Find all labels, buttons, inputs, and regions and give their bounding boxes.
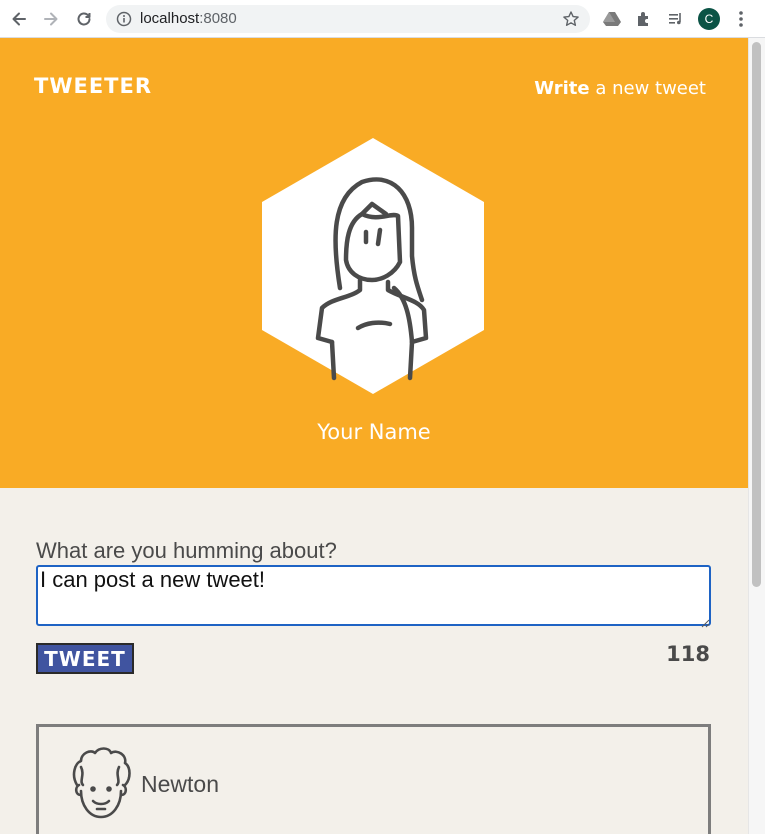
tweet-author-name: Newton (141, 771, 219, 797)
forward-arrow-icon[interactable] (41, 9, 61, 29)
profile-avatar[interactable]: C (698, 8, 720, 30)
extensions-puzzle-icon[interactable] (634, 9, 654, 29)
url-text: localhost:8080 (140, 10, 237, 27)
page-viewport: TWEETER Write a new tweet Your Name What… (0, 38, 748, 834)
newton-avatar-icon (69, 745, 133, 825)
tweet-card: Newton (36, 724, 711, 834)
drive-icon[interactable] (602, 9, 622, 29)
info-icon[interactable] (116, 11, 132, 27)
tweet-compose-textarea[interactable]: I can post a new tweet! (36, 565, 711, 626)
write-new-tweet-link[interactable]: Write a new tweet (534, 78, 706, 99)
menu-dots-icon[interactable] (735, 9, 747, 29)
media-queue-icon[interactable] (666, 9, 686, 29)
site-header: TWEETER Write a new tweet Your Name (0, 38, 748, 488)
browser-toolbar: localhost:8080 C (0, 0, 765, 38)
bookmark-star-icon[interactable] (562, 10, 580, 28)
profile-avatar-hexagon (262, 138, 484, 394)
tweet-submit-button[interactable]: TWEET (36, 643, 134, 674)
reload-icon[interactable] (74, 9, 94, 29)
brand-logo[interactable]: TWEETER (34, 74, 152, 98)
character-counter: 118 (666, 642, 710, 666)
write-link-rest: a new tweet (589, 78, 706, 99)
resize-grip-icon[interactable] (700, 615, 710, 628)
address-bar[interactable]: localhost:8080 (106, 5, 590, 33)
back-arrow-icon[interactable] (9, 9, 29, 29)
compose-prompt-label: What are you humming about? (36, 538, 337, 563)
user-display-name: Your Name (317, 420, 431, 444)
scrollbar-thumb[interactable] (752, 42, 761, 587)
write-link-strong: Write (534, 78, 590, 99)
